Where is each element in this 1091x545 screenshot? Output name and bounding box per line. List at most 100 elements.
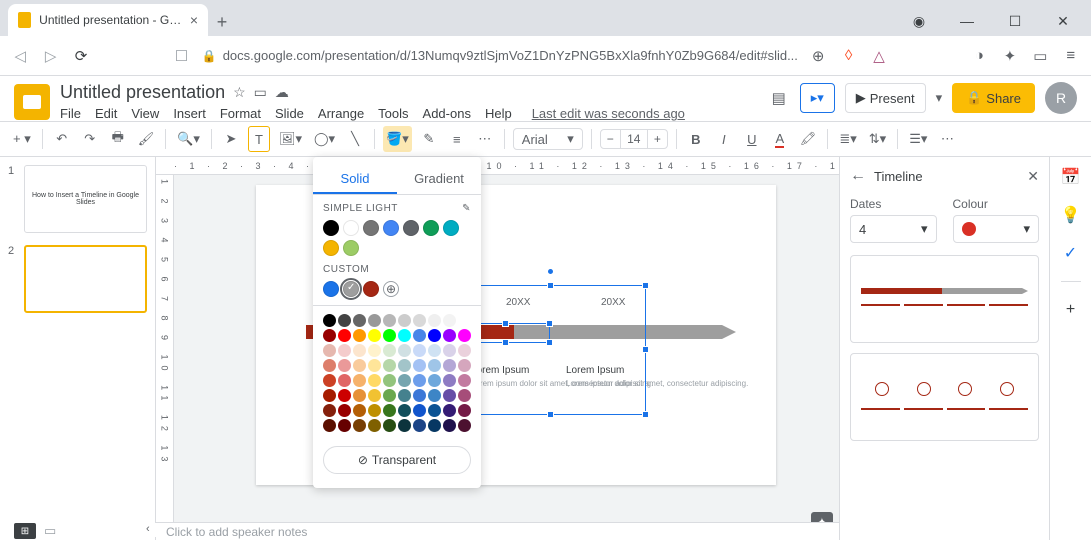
dates-select[interactable]: 4▾ — [850, 215, 937, 243]
filmstrip-view-icon[interactable]: ▭ — [44, 523, 56, 539]
palette-swatch[interactable] — [398, 314, 411, 327]
image-tool[interactable]: 🖼▾ — [276, 126, 305, 152]
palette-swatch[interactable] — [398, 329, 411, 342]
font-size-dec[interactable]: − — [601, 130, 620, 148]
menu-tools[interactable]: Tools — [378, 106, 408, 121]
palette-swatch[interactable] — [323, 404, 336, 417]
palette-swatch[interactable] — [458, 374, 471, 387]
palette-swatch[interactable] — [323, 359, 336, 372]
palette-swatch[interactable] — [458, 389, 471, 402]
palette-swatch[interactable] — [368, 329, 381, 342]
menu-addons[interactable]: Add-ons — [423, 106, 471, 121]
palette-swatch[interactable] — [413, 314, 426, 327]
palette-swatch[interactable] — [323, 314, 336, 327]
menu-insert[interactable]: Insert — [173, 106, 206, 121]
palette-swatch[interactable] — [428, 314, 441, 327]
palette-swatch[interactable] — [353, 359, 366, 372]
palette-swatch[interactable] — [368, 314, 381, 327]
line-spacing-button[interactable]: ⇅▾ — [866, 126, 889, 152]
palette-swatch[interactable] — [428, 404, 441, 417]
border-weight-button[interactable]: ≡ — [446, 126, 468, 152]
transparent-button[interactable]: ⊘Transparent — [323, 446, 471, 474]
slides-logo-icon[interactable] — [14, 84, 50, 120]
textbox-tool[interactable]: T — [248, 126, 270, 152]
addons-icon[interactable]: + — [1061, 300, 1081, 320]
palette-swatch[interactable] — [383, 329, 396, 342]
palette-swatch[interactable] — [443, 389, 456, 402]
palette-swatch[interactable] — [443, 359, 456, 372]
palette-swatch[interactable] — [443, 314, 456, 327]
palette-swatch[interactable] — [398, 404, 411, 417]
menu-slide[interactable]: Slide — [275, 106, 304, 121]
palette-swatch[interactable] — [443, 419, 456, 432]
palette-swatch[interactable] — [338, 374, 351, 387]
grid-view-icon[interactable]: ⊞ — [14, 523, 36, 539]
palette-swatch[interactable] — [368, 419, 381, 432]
palette-swatch[interactable] — [383, 344, 396, 357]
collapse-thumbnails-icon[interactable]: ‹ — [146, 523, 160, 537]
custom-swatch[interactable] — [343, 281, 359, 297]
tab-solid[interactable]: Solid — [313, 165, 397, 194]
menu-view[interactable]: View — [131, 106, 159, 121]
palette-swatch[interactable] — [443, 329, 456, 342]
doc-title[interactable]: Untitled presentation — [60, 82, 225, 103]
palette-swatch[interactable] — [413, 329, 426, 342]
tab-close-icon[interactable]: × — [190, 12, 198, 28]
palette-swatch[interactable] — [458, 314, 471, 327]
comments-icon[interactable]: ▤ — [768, 87, 790, 109]
palette-swatch[interactable] — [383, 389, 396, 402]
palette-swatch[interactable] — [413, 404, 426, 417]
palette-swatch[interactable] — [458, 419, 471, 432]
browser-tab[interactable]: Untitled presentation - Google Sl × — [8, 4, 208, 36]
fill-color-button[interactable]: 🪣▾ — [383, 126, 412, 152]
theme-swatch[interactable] — [323, 220, 339, 236]
palette-swatch[interactable] — [413, 389, 426, 402]
palette-swatch[interactable] — [413, 344, 426, 357]
custom-swatch[interactable] — [323, 281, 339, 297]
palette-swatch[interactable] — [338, 359, 351, 372]
border-dash-button[interactable]: ⋯ — [474, 126, 496, 152]
palette-swatch[interactable] — [428, 359, 441, 372]
extension-a-icon[interactable]: △ — [869, 45, 889, 67]
theme-swatch[interactable] — [403, 220, 419, 236]
palette-swatch[interactable] — [338, 389, 351, 402]
text-color-button[interactable]: A — [769, 126, 791, 152]
zoom-button[interactable]: 🔍▾ — [174, 126, 203, 152]
palette-swatch[interactable] — [338, 344, 351, 357]
palette-swatch[interactable] — [338, 329, 351, 342]
palette-swatch[interactable] — [428, 329, 441, 342]
nav-reload-icon[interactable]: ⟳ — [71, 47, 91, 65]
palette-swatch[interactable] — [323, 419, 336, 432]
palette-swatch[interactable] — [458, 359, 471, 372]
extensions-icon[interactable]: ✦ — [1000, 45, 1020, 67]
add-color-button[interactable]: ⊕ — [383, 281, 399, 297]
palette-swatch[interactable] — [458, 404, 471, 417]
extension-g-icon[interactable]: ◑ — [969, 45, 989, 67]
keep-icon[interactable]: 💡 — [1061, 205, 1081, 225]
palette-swatch[interactable] — [458, 344, 471, 357]
tasks-icon[interactable]: ✓ — [1061, 243, 1081, 263]
account-avatar[interactable]: R — [1045, 82, 1077, 114]
palette-swatch[interactable] — [353, 389, 366, 402]
timeline-template-1[interactable] — [850, 255, 1039, 343]
palette-swatch[interactable] — [338, 419, 351, 432]
bookmark-icon[interactable]: ☐ — [171, 47, 191, 65]
menu-arrange[interactable]: Arrange — [318, 106, 364, 121]
last-edit[interactable]: Last edit was seconds ago — [532, 106, 685, 121]
menu-help[interactable]: Help — [485, 106, 512, 121]
theme-swatch[interactable] — [343, 240, 359, 256]
palette-swatch[interactable] — [458, 329, 471, 342]
window-minimize-icon[interactable]: — — [953, 13, 981, 30]
thumbnail-2[interactable]: 2 — [8, 245, 147, 313]
palette-swatch[interactable] — [398, 389, 411, 402]
sidepanel-close-icon[interactable]: ✕ — [1027, 168, 1039, 185]
palette-swatch[interactable] — [383, 374, 396, 387]
palette-swatch[interactable] — [368, 359, 381, 372]
theme-swatch[interactable] — [423, 220, 439, 236]
edit-theme-icon[interactable]: ✎ — [462, 203, 471, 214]
palette-swatch[interactable] — [443, 344, 456, 357]
slideshow-dropdown[interactable]: ▸▾ — [800, 83, 835, 113]
font-size-value[interactable]: 14 — [620, 130, 648, 148]
highlight-button[interactable]: 🖍 — [797, 126, 820, 152]
brave-shield-icon[interactable]: ◊ — [838, 45, 858, 67]
